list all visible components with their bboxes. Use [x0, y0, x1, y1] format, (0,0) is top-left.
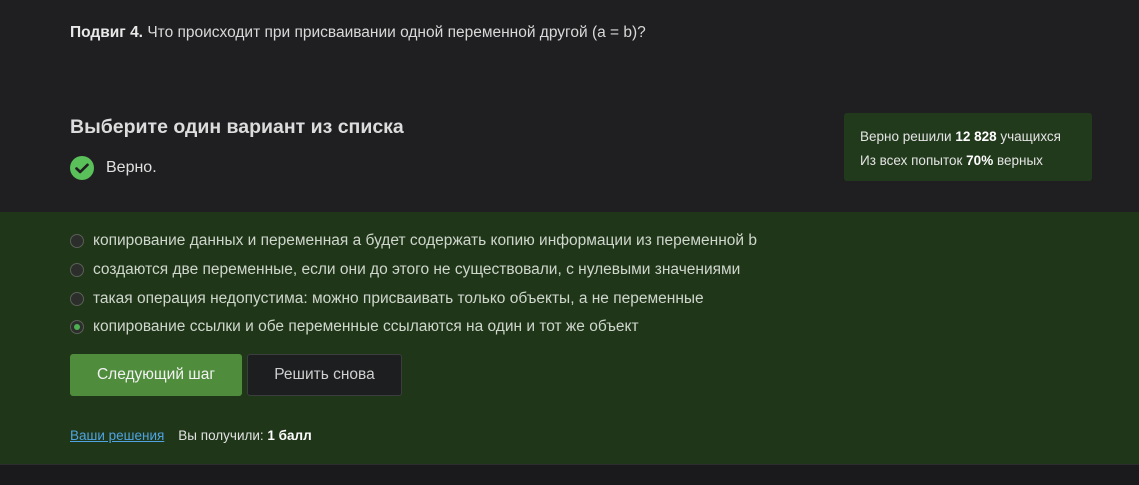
- score-text: Вы получили: 1 балл: [178, 428, 311, 443]
- radio-button[interactable]: [70, 234, 84, 249]
- solutions-row: Ваши решения Вы получили: 1 балл: [70, 428, 312, 443]
- stats-percent-value: 70%: [966, 153, 994, 168]
- option-label[interactable]: копирование ссылки и обе переменные ссыл…: [93, 318, 639, 336]
- verdict-text: Верно.: [106, 159, 157, 176]
- next-step-button[interactable]: Следующий шаг: [70, 354, 242, 396]
- option-label[interactable]: создаются две переменные, если они до эт…: [93, 261, 740, 279]
- verdict: Верно.: [70, 156, 157, 180]
- options-list: копирование данных и переменная a будет …: [70, 227, 757, 342]
- stats-solved-count: 12 828: [955, 129, 997, 144]
- stats-solved-line: Верно решили 12 828 учащихся: [860, 125, 1076, 149]
- stats-panel: Верно решили 12 828 учащихся Из всех поп…: [844, 113, 1092, 181]
- option-item[interactable]: создаются две переменные, если они до эт…: [70, 256, 757, 285]
- option-item[interactable]: копирование ссылки и обе переменные ссыл…: [70, 313, 757, 342]
- option-label[interactable]: копирование данных и переменная a будет …: [93, 232, 757, 250]
- question-text: Подвиг 4. Что происходит при присваивани…: [70, 24, 646, 42]
- question-header: Подвиг 4. Что происходит при присваивани…: [0, 0, 1139, 212]
- score-prefix: Вы получили:: [178, 428, 264, 443]
- radio-button[interactable]: [70, 320, 84, 335]
- stats-percent-suffix: верных: [996, 153, 1043, 168]
- option-label[interactable]: такая операция недопустима: можно присва…: [93, 290, 704, 308]
- choose-title: Выберите один вариант из списка: [70, 116, 404, 138]
- question-label: Подвиг 4.: [70, 24, 143, 41]
- option-item[interactable]: копирование данных и переменная a будет …: [70, 227, 757, 256]
- stats-solved-prefix: Верно решили: [860, 129, 952, 144]
- stats-solved-suffix: учащихся: [1000, 129, 1061, 144]
- checkmark-icon: [70, 156, 94, 180]
- stats-percent-prefix: Из всех попыток: [860, 153, 963, 168]
- footer-strip: [0, 464, 1139, 485]
- radio-button[interactable]: [70, 291, 84, 306]
- stats-percent-line: Из всех попыток 70% верных: [860, 149, 1076, 173]
- question-body: Что происходит при присваивании одной пе…: [147, 24, 646, 41]
- radio-button[interactable]: [70, 263, 84, 278]
- score-value: 1 балл: [267, 428, 312, 443]
- your-solutions-link[interactable]: Ваши решения: [70, 428, 164, 443]
- retry-button[interactable]: Решить снова: [247, 354, 402, 396]
- option-item[interactable]: такая операция недопустима: можно присва…: [70, 284, 757, 313]
